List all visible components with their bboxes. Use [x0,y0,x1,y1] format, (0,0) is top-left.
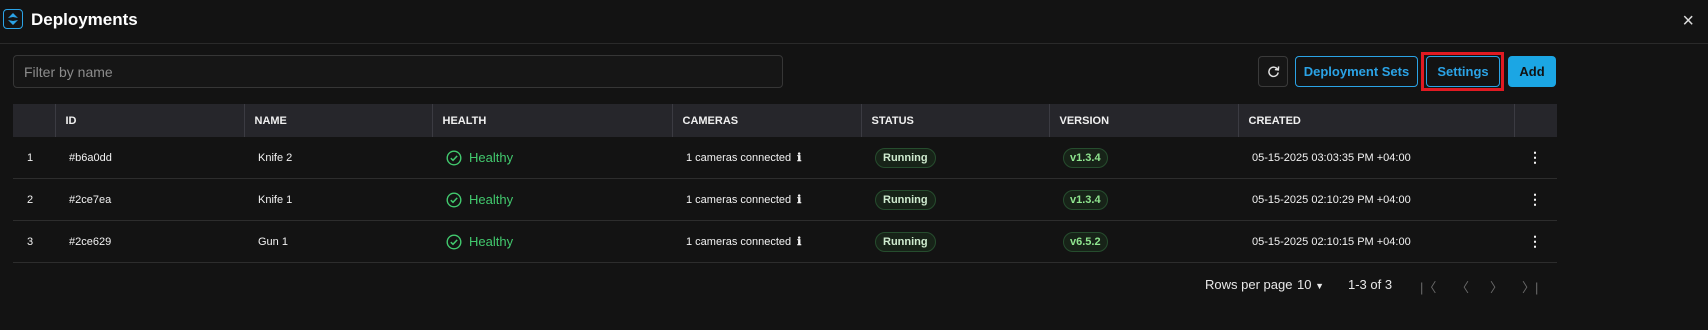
kebab-menu-icon[interactable]: ⋮ [1528,149,1542,165]
row-id: #2ce629 [55,220,244,263]
row-created: 05-15-2025 03:03:35 PM +04:00 [1238,137,1514,179]
row-name: Gun 1 [244,220,432,263]
version-badge: v1.3.4 [1063,147,1108,168]
row-index: 2 [13,178,55,221]
column-header-actions [1513,104,1557,137]
add-button[interactable]: Add [1508,56,1556,87]
info-icon[interactable]: ℹ [797,151,801,164]
health-cell: Healthy [446,233,672,250]
status-badge: Running [875,189,936,210]
column-header-created[interactable]: CREATED [1237,104,1514,137]
column-header-index [13,104,55,137]
table-header-row: ID NAME HEALTH CAMERAS STATUS VERSION CR… [13,104,1557,137]
check-circle-icon [446,149,462,166]
status-badge: Running [875,231,936,252]
caret-down-icon: ▼ [1315,281,1325,291]
previous-page-icon[interactable]: 〈 [1456,277,1469,296]
cameras-text: 1 cameras connected [686,236,792,248]
column-header-status[interactable]: STATUS [860,104,1049,137]
rows-per-page-select[interactable]: 10 ▼ [1297,277,1324,292]
column-header-name[interactable]: NAME [243,104,432,137]
info-icon[interactable]: ℹ [797,235,801,248]
deployment-logo-icon [3,9,23,29]
page-title: Deployments [31,10,138,29]
health-cell: Healthy [446,149,672,166]
row-name: Knife 1 [244,178,432,221]
column-header-cameras[interactable]: CAMERAS [671,104,861,137]
next-page-icon[interactable]: 〉 [1490,277,1503,296]
table-row[interactable]: 1 #b6a0dd Knife 2 Healthy 1 cameras conn… [13,137,1557,179]
last-page-icon[interactable]: 〉| [1522,277,1538,296]
column-header-version[interactable]: VERSION [1048,104,1238,137]
settings-highlight-box [1421,52,1504,91]
check-circle-icon [446,191,462,208]
row-id: #b6a0dd [55,137,244,179]
health-label: Healthy [469,150,514,165]
table-row[interactable]: 2 #2ce7ea Knife 1 Healthy 1 cameras conn… [13,178,1557,221]
kebab-menu-icon[interactable]: ⋮ [1528,233,1542,249]
row-index: 1 [13,137,55,179]
check-circle-icon [446,233,462,250]
table-row[interactable]: 3 #2ce629 Gun 1 Healthy 1 cameras connec… [13,220,1557,263]
row-name: Knife 2 [244,137,432,179]
row-created: 05-15-2025 02:10:29 PM +04:00 [1238,178,1514,221]
kebab-menu-icon[interactable]: ⋮ [1528,191,1542,207]
filter-by-name-input[interactable] [13,55,783,88]
refresh-icon [1267,66,1279,78]
column-header-health[interactable]: HEALTH [431,104,672,137]
deployments-table: ID NAME HEALTH CAMERAS STATUS VERSION CR… [13,104,1557,263]
version-badge: v6.5.2 [1063,231,1108,252]
cameras-text: 1 cameras connected [686,194,792,206]
deployment-sets-button[interactable]: Deployment Sets [1295,56,1418,87]
close-icon[interactable]: × [1682,11,1694,31]
row-id: #2ce7ea [55,178,244,221]
pagination-bar: Rows per page 10 ▼ 1-3 of 3 |〈 〈 〉 〉| [0,273,1708,297]
version-badge: v1.3.4 [1063,189,1108,210]
cameras-text: 1 cameras connected [686,152,792,164]
rows-per-page-label: Rows per page [1205,277,1293,292]
row-index: 3 [13,220,55,263]
column-header-id[interactable]: ID [54,104,244,137]
title-bar: Deployments × [0,0,1708,44]
health-cell: Healthy [446,191,672,208]
first-page-icon[interactable]: |〈 [1420,277,1436,296]
page-range: 1-3 of 3 [1348,277,1393,292]
refresh-button[interactable] [1258,56,1288,87]
row-created: 05-15-2025 02:10:15 PM +04:00 [1238,220,1514,263]
rows-per-page-value: 10 [1297,277,1312,292]
health-label: Healthy [469,234,514,249]
health-label: Healthy [469,192,514,207]
status-badge: Running [875,147,936,168]
info-icon[interactable]: ℹ [797,193,801,206]
